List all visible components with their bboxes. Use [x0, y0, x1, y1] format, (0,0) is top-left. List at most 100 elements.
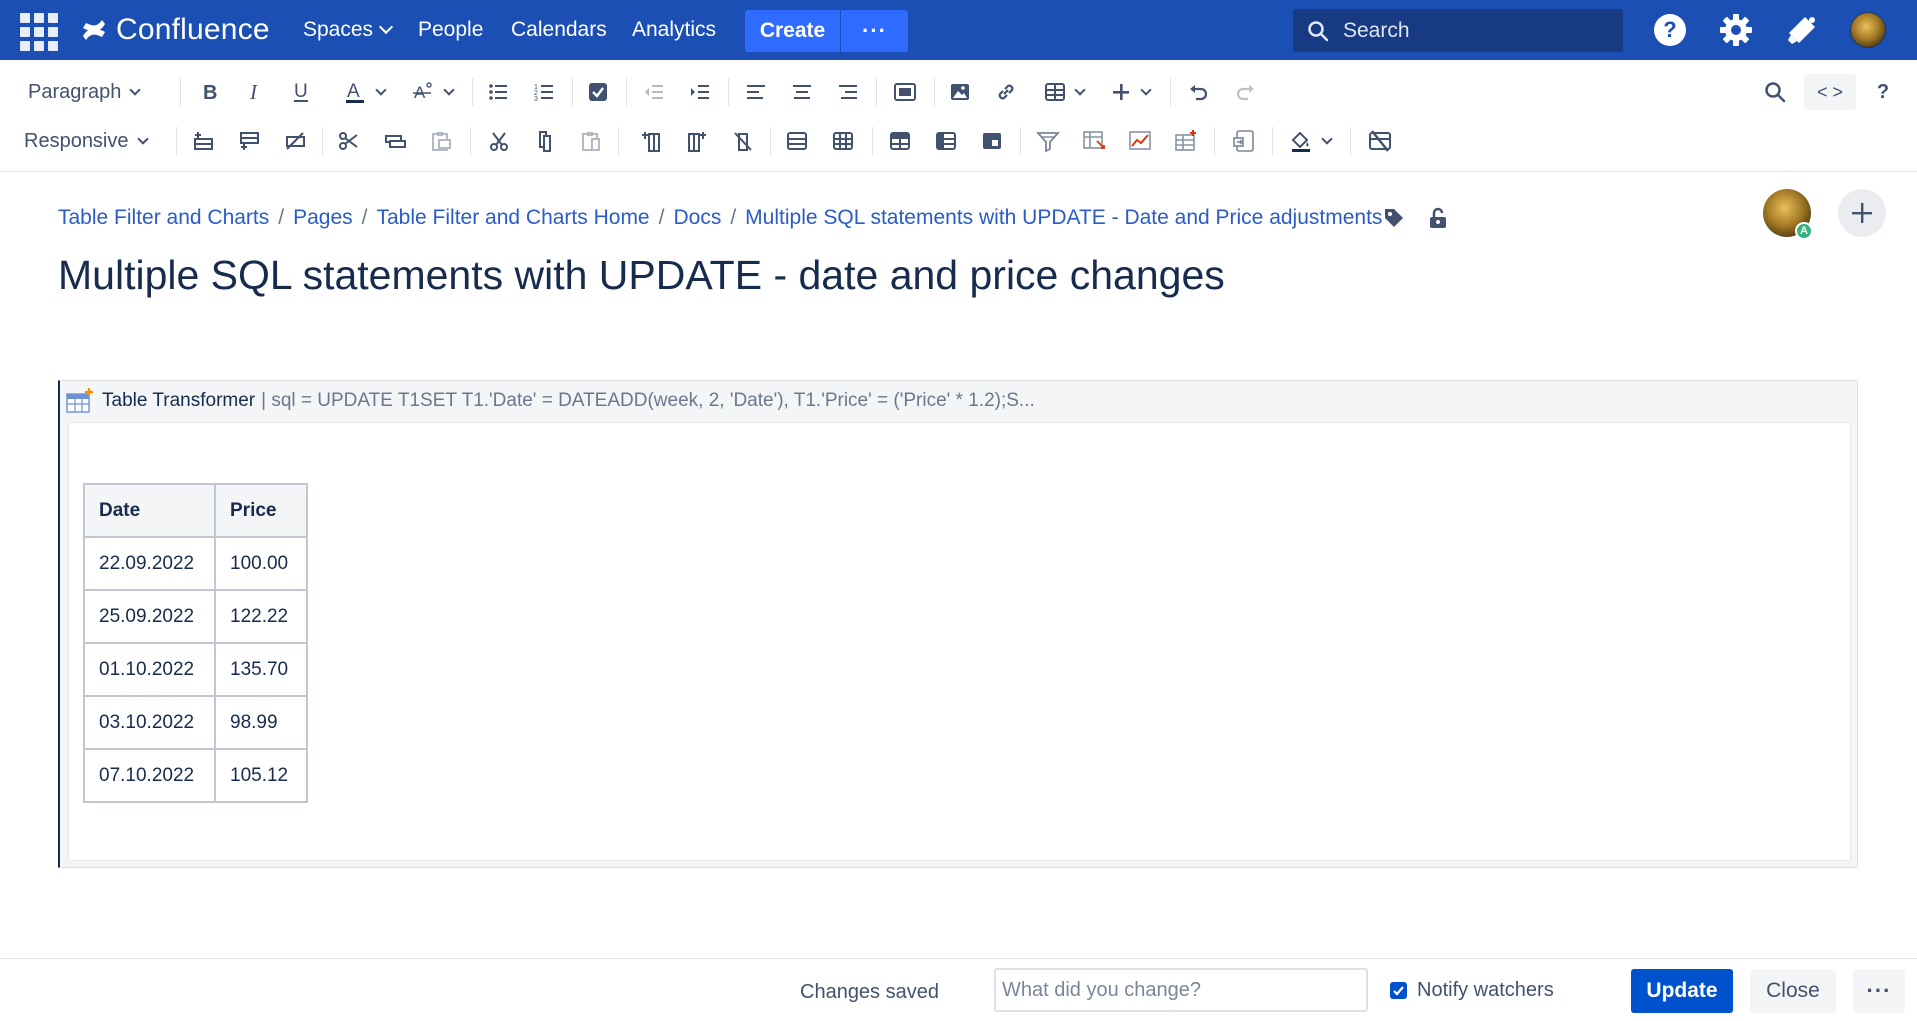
more-options-button[interactable]: ··· — [1853, 969, 1905, 1013]
indent-button[interactable] — [682, 72, 718, 112]
toolbar-divider — [618, 127, 619, 155]
table-row: 03.10.2022 98.99 — [83, 695, 308, 750]
copy-column-button[interactable] — [528, 121, 562, 161]
table-filter-button[interactable] — [1030, 121, 1066, 161]
numbered-list-button[interactable]: 123 — [526, 72, 562, 112]
notify-watchers-toggle[interactable]: Notify watchers — [1390, 979, 1554, 1002]
table-cell[interactable]: 22.09.2022 — [83, 536, 216, 591]
delete-row-button[interactable] — [278, 121, 312, 161]
insert-more-button[interactable] — [1102, 72, 1158, 112]
chart-from-table-button[interactable] — [1122, 121, 1158, 161]
header-row-button[interactable] — [882, 121, 918, 161]
table-width-dropdown[interactable]: Responsive — [24, 121, 168, 161]
editor-help-button[interactable]: ? — [1868, 72, 1898, 112]
breadcrumb-item-space[interactable]: Table Filter and Charts — [58, 206, 269, 230]
copy-row-button[interactable] — [378, 121, 412, 161]
align-right-button[interactable] — [830, 72, 866, 112]
table-spreadsheet-button[interactable] — [1226, 121, 1262, 161]
app-switcher-icon[interactable] — [20, 13, 58, 51]
paste-column-button[interactable] — [574, 121, 608, 161]
insert-link-button[interactable] — [988, 72, 1024, 112]
highlight-cell-button[interactable] — [974, 121, 1010, 161]
remove-table-button[interactable] — [1362, 121, 1398, 161]
settings-button[interactable] — [1718, 12, 1754, 48]
cell-color-button[interactable] — [1282, 121, 1338, 161]
table-transformer-button[interactable] — [1168, 121, 1204, 161]
insert-row-after-button[interactable] — [232, 121, 266, 161]
align-center-button[interactable] — [784, 72, 820, 112]
table-transformer-macro[interactable]: Table Transformer | sql = UPDATE T1SET T… — [58, 380, 1858, 868]
macro-header[interactable]: Table Transformer | sql = UPDATE T1SET T… — [60, 381, 1857, 421]
label-tag-icon[interactable] — [1382, 206, 1406, 230]
notifications-button[interactable] — [1784, 12, 1820, 48]
paste-row-button[interactable] — [424, 121, 458, 161]
breadcrumb-item-pages[interactable]: Pages — [293, 206, 353, 230]
search-icon — [1765, 82, 1786, 103]
table-row: 25.09.2022 122.22 — [83, 589, 308, 644]
table-cell[interactable]: 01.10.2022 — [83, 642, 216, 697]
table-cell[interactable]: 122.22 — [214, 589, 308, 644]
text-color-button[interactable]: A — [336, 72, 392, 112]
nav-spaces[interactable]: Spaces — [303, 18, 394, 42]
insert-column-before-button[interactable] — [634, 121, 668, 161]
cut-row-button[interactable] — [332, 121, 366, 161]
help-button[interactable]: ? — [1652, 12, 1688, 48]
insert-table-button[interactable] — [1036, 72, 1092, 112]
nav-people[interactable]: People — [418, 18, 483, 42]
table-header-row: Date Price — [83, 483, 308, 538]
insert-column-after-button[interactable] — [680, 121, 714, 161]
breadcrumb-item-docs[interactable]: Docs — [673, 206, 721, 230]
data-table[interactable]: Date Price 22.09.2022 100.00 25.09.2022 … — [83, 483, 308, 803]
table-cell[interactable]: 98.99 — [214, 695, 308, 750]
create-button[interactable]: Create — [745, 10, 840, 52]
table-cell[interactable]: 105.12 — [214, 748, 308, 803]
task-list-button[interactable] — [580, 72, 616, 112]
change-comment-input[interactable] — [994, 968, 1368, 1012]
toolbar-divider — [1170, 78, 1171, 106]
invite-collaborator-button[interactable] — [1838, 189, 1886, 237]
cut-column-button[interactable] — [482, 121, 516, 161]
bullet-list-button[interactable] — [480, 72, 516, 112]
table-header-price[interactable]: Price — [214, 483, 308, 538]
underline-button[interactable]: U — [284, 72, 318, 112]
create-more-button[interactable]: ··· — [841, 10, 908, 52]
table-cell[interactable]: 07.10.2022 — [83, 748, 216, 803]
header-column-button[interactable] — [928, 121, 964, 161]
find-replace-button[interactable] — [1757, 72, 1793, 112]
close-button[interactable]: Close — [1750, 969, 1836, 1013]
delete-column-button[interactable] — [726, 121, 760, 161]
outdent-button[interactable] — [636, 72, 672, 112]
insert-image-button[interactable] — [942, 72, 978, 112]
unlock-icon[interactable] — [1426, 206, 1450, 230]
undo-button[interactable] — [1180, 72, 1216, 112]
text-style-button[interactable]: A — [404, 72, 460, 112]
bold-button[interactable]: B — [193, 72, 227, 112]
table-cell[interactable]: 135.70 — [214, 642, 308, 697]
table-header-date[interactable]: Date — [83, 483, 216, 538]
user-avatar[interactable] — [1850, 12, 1886, 48]
update-button[interactable]: Update — [1631, 969, 1733, 1013]
split-cell-button[interactable] — [826, 121, 860, 161]
insert-row-before-button[interactable] — [186, 121, 220, 161]
align-left-button[interactable] — [738, 72, 774, 112]
table-cell[interactable]: 25.09.2022 — [83, 589, 216, 644]
page-layout-button[interactable] — [886, 72, 924, 112]
redo-button[interactable] — [1228, 72, 1264, 112]
page-title[interactable]: Multiple SQL statements with UPDATE - da… — [58, 252, 1225, 299]
paragraph-style-dropdown[interactable]: Paragraph — [28, 72, 168, 112]
notify-watchers-checkbox[interactable] — [1390, 982, 1407, 999]
breadcrumb-item-home[interactable]: Table Filter and Charts Home — [377, 206, 650, 230]
table-cell[interactable]: 03.10.2022 — [83, 695, 216, 750]
checkbox-icon — [589, 83, 607, 101]
table-cell[interactable]: 100.00 — [214, 536, 308, 591]
source-editor-button[interactable]: < > — [1804, 74, 1856, 110]
nav-analytics[interactable]: Analytics — [632, 18, 716, 42]
pivot-table-button[interactable] — [1076, 121, 1112, 161]
confluence-logo[interactable]: Confluence — [80, 10, 270, 50]
breadcrumb-item-parent-page[interactable]: Multiple SQL statements with UPDATE - Da… — [745, 206, 1382, 230]
nav-calendars[interactable]: Calendars — [511, 18, 607, 42]
merge-cells-button[interactable] — [780, 121, 814, 161]
search-input[interactable]: Search — [1293, 9, 1623, 52]
italic-button[interactable]: I — [238, 72, 272, 112]
macro-name: Table Transformer — [102, 390, 256, 411]
